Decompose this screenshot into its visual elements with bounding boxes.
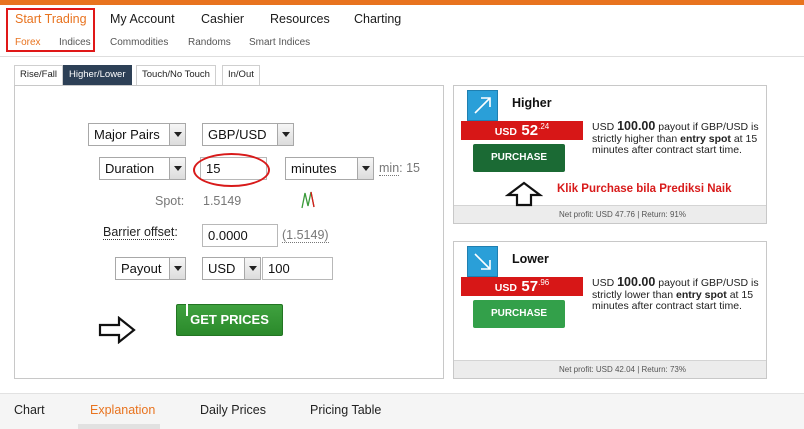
payout-type-value: Payout (121, 261, 162, 276)
lower-price-currency: USD (494, 282, 517, 294)
currency-select-value: USD (208, 261, 236, 276)
tab-touch-no-touch[interactable]: Touch/No Touch (136, 65, 216, 85)
symbol-select[interactable]: GBP/USD (202, 123, 294, 146)
tab-in-out[interactable]: In/Out (222, 65, 260, 85)
chevron-down-icon (277, 124, 293, 145)
tab-daily-prices[interactable]: Daily Prices (200, 403, 266, 417)
higher-desc-payout: payout if (658, 121, 698, 133)
active-tab-indicator (78, 424, 160, 429)
lower-desc-entry: entry spot (676, 288, 727, 301)
duration-type-select[interactable]: Duration (99, 157, 186, 180)
barrier-reference-value: (1.5149) (282, 228, 329, 243)
amount-input[interactable] (262, 257, 333, 280)
higher-price-main: 52 (521, 122, 539, 139)
barrier-label-text: Barrier offset (103, 225, 175, 240)
tab-rise-fall[interactable]: Rise/Fall (14, 65, 63, 85)
lower-price-badge: USD 57.96 (461, 277, 583, 296)
min-label: min (379, 161, 400, 176)
top-accent-bar (0, 0, 804, 5)
chevron-down-icon (169, 258, 185, 279)
arrow-down-right-icon (467, 246, 498, 277)
spot-value: 1.5149 (203, 194, 242, 208)
chevron-down-icon (244, 258, 260, 279)
barrier-offset-label: Barrier offset: (103, 225, 178, 240)
text-cursor (186, 304, 188, 316)
lower-desc-amount: 100.00 (617, 275, 656, 289)
tab-explanation[interactable]: Explanation (90, 403, 155, 417)
subnav-commodities[interactable]: Commodities (110, 37, 168, 48)
subnav-smart-indices[interactable]: Smart Indices (249, 37, 310, 48)
market-select-value: Major Pairs (94, 127, 160, 142)
higher-description: USD 100.00 payout if GBP/USD is strictly… (592, 119, 767, 157)
lower-title: Lower (512, 252, 549, 266)
chevron-down-icon (357, 158, 373, 179)
duration-highlight-circle (193, 153, 270, 187)
start-trading-highlight-box (6, 8, 95, 52)
nav-my-account[interactable]: My Account (110, 12, 175, 26)
nav-divider (0, 56, 804, 57)
spot-label: Spot: (155, 194, 185, 208)
higher-price-badge: USD 52.24 (461, 121, 583, 140)
higher-desc-amount: 100.00 (617, 119, 656, 133)
lower-description: USD 100.00 payout if GBP/USD is strictly… (592, 275, 767, 313)
duration-unit-value: minutes (291, 161, 337, 176)
lower-purchase-button[interactable]: PURCHASE (473, 300, 565, 328)
barrier-offset-input[interactable] (202, 224, 278, 247)
nav-cashier[interactable]: Cashier (201, 12, 244, 26)
lower-price-sup: .96 (538, 278, 550, 287)
chevron-down-icon (169, 158, 185, 179)
nav-charting[interactable]: Charting (354, 12, 401, 26)
spot-sparkline-icon (301, 191, 315, 209)
arrow-up-icon (505, 181, 543, 207)
arrow-right-icon (98, 316, 136, 344)
tab-higher-lower[interactable]: Higher/Lower (63, 65, 132, 85)
lower-contract-card: Lower USD 57.96 PURCHASE USD 100.00 payo… (453, 241, 767, 379)
chevron-down-icon (169, 124, 185, 145)
nav-resources[interactable]: Resources (270, 12, 330, 26)
arrow-up-right-icon (467, 90, 498, 121)
higher-price-currency: USD (494, 126, 517, 138)
higher-net-profit: Net profit: USD 47.76 | Return: 91% (454, 205, 766, 223)
higher-desc-entry: entry spot (680, 132, 731, 145)
tab-chart[interactable]: Chart (14, 403, 45, 417)
duration-type-value: Duration (105, 161, 155, 176)
higher-price-sup: .24 (538, 122, 550, 131)
lower-price-main: 57 (521, 278, 539, 295)
currency-select[interactable]: USD (202, 257, 261, 280)
min-duration-label: min: 15 (379, 161, 421, 176)
barrier-colon: : (174, 225, 178, 239)
subnav-randoms[interactable]: Randoms (188, 37, 231, 48)
duration-unit-select[interactable]: minutes (285, 157, 374, 180)
symbol-select-value: GBP/USD (208, 127, 267, 142)
lower-desc-payout: payout if (658, 277, 698, 289)
tab-pricing-table[interactable]: Pricing Table (310, 403, 381, 417)
market-select[interactable]: Major Pairs (88, 123, 186, 146)
lower-desc-currency: USD (592, 277, 615, 289)
min-value: : 15 (399, 161, 421, 175)
lower-net-profit: Net profit: USD 42.04 | Return: 73% (454, 360, 766, 378)
higher-desc-currency: USD (592, 121, 615, 133)
higher-contract-card: Higher USD 52.24 PURCHASE USD 100.00 pay… (453, 85, 767, 224)
get-prices-button[interactable]: GET PRICES (176, 304, 283, 336)
higher-purchase-button[interactable]: PURCHASE (473, 144, 565, 172)
payout-type-select[interactable]: Payout (115, 257, 186, 280)
higher-title: Higher (512, 96, 552, 110)
purchase-annotation: Klik Purchase bila Prediksi Naik (557, 183, 732, 195)
